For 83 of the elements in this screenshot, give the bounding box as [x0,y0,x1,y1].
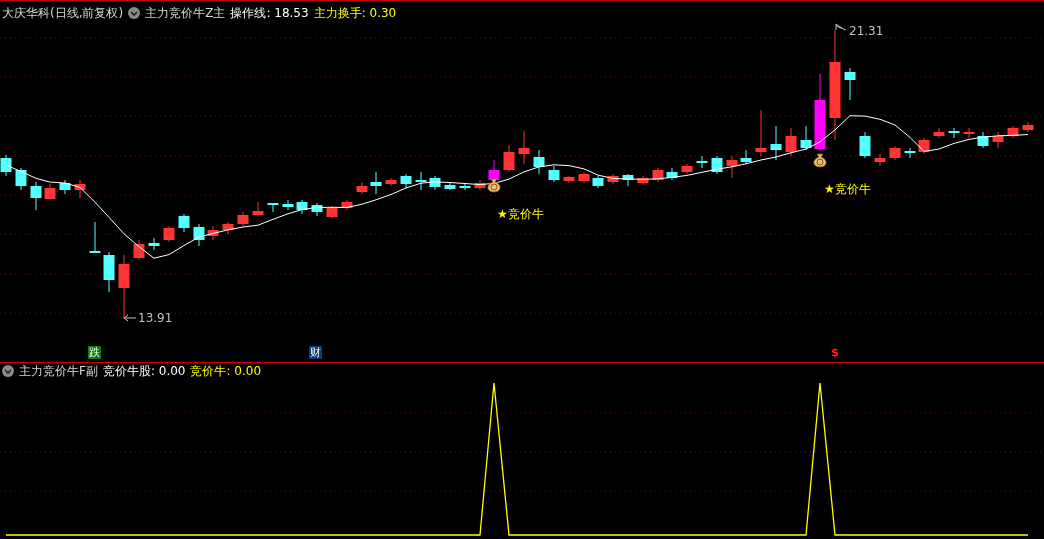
candlestick [30,181,42,211]
signal-label: ★竞价牛 [824,182,871,196]
candlestick [341,199,353,211]
indicator-name: 主力竞价牛F副 [19,363,98,379]
candlestick [977,131,989,149]
candlestick [696,155,708,169]
candlestick [163,225,175,243]
candlestick [207,225,219,241]
candlestick [237,211,249,227]
candlestick [578,171,590,184]
candlestick [326,205,338,219]
candlestick [859,131,871,159]
candlestick [533,149,545,175]
stock-title: 大庆华科(日线,前复权) [2,5,124,21]
candlestick [459,182,471,191]
candlestick [415,171,427,191]
candlestick [370,171,382,195]
money-bag-icon [487,178,501,193]
candlestick [904,147,916,159]
candlestick [948,127,960,139]
candlestick [444,182,456,191]
candlestick [800,125,812,151]
candlestick [548,165,560,183]
collapse-icon[interactable] [128,7,141,19]
indicator-value: 操作线: 18.53 [230,5,309,21]
candlestick [889,145,901,161]
candlestick [681,163,693,175]
candlestick [400,173,412,189]
candlestick [652,167,664,183]
candlestick [252,201,264,217]
candlestick [429,175,441,191]
candlestick [770,125,782,161]
candlestick [89,221,101,254]
candlestick [592,175,604,189]
candlestick [785,127,797,157]
candlestick [178,213,190,233]
indicator-value: 竞价牛股: 0.00 [102,363,186,379]
candlestick [918,137,930,155]
indicator-name: 主力竞价牛Z主 [145,5,226,21]
candlestick [0,154,12,177]
candlestick [874,153,886,167]
candlestick [133,239,145,261]
candlestick [637,175,649,186]
event-marker[interactable]: $ [830,346,840,359]
collapse-icon[interactable] [2,365,14,377]
indicator-value: 主力换手: 0.30 [313,5,397,21]
candlestick [740,149,752,165]
candlestick [711,155,723,175]
candlestick [15,167,27,191]
candlestick [518,130,530,165]
money-bag-icon [813,153,827,168]
event-marker[interactable]: 财 [309,346,322,359]
candlestick [59,179,71,195]
candlestick [148,237,160,251]
candlestick [503,144,515,173]
candlestick [1022,121,1034,133]
candlestick [222,221,234,235]
candlestick [356,181,368,195]
candlestick [755,109,767,157]
candlestick [193,223,205,247]
candlestick [726,155,738,179]
candlestick [311,202,323,217]
candlestick [607,173,619,185]
candlestick [844,67,856,101]
candlestick [933,127,945,139]
candlestick [103,251,115,293]
event-marker[interactable]: 跌 [88,346,101,359]
candlestick [563,175,575,184]
candlestick [474,179,486,191]
candlestick [1007,125,1019,139]
candlestick [267,202,279,213]
candlestick [622,173,634,187]
indicator-value: 竞价牛: 0.00 [190,363,262,379]
candlestick [44,183,56,201]
candlestick [385,177,397,187]
candlestick [992,131,1004,149]
candlestick [118,254,130,319]
candlestick [963,127,975,139]
candlestick [282,199,294,211]
candlestick [666,167,678,181]
candlestick [296,199,308,215]
signal-label: ★竞价牛 [497,207,544,221]
candlestick [74,179,86,199]
